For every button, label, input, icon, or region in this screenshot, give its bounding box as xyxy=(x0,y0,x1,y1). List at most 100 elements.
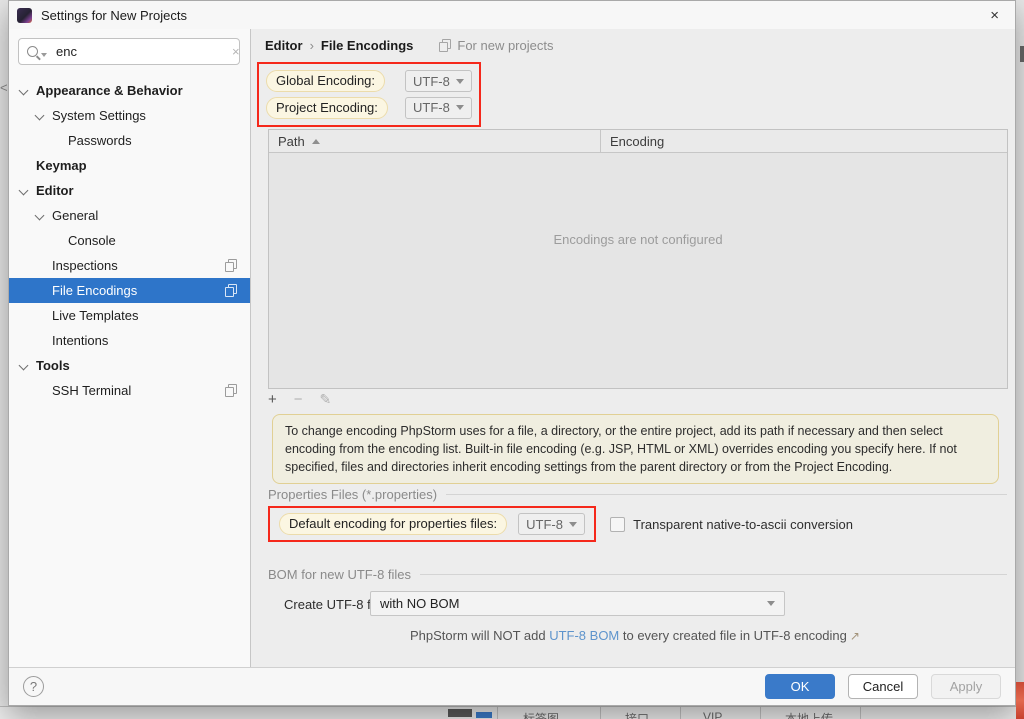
sidebar-item-file-encodings[interactable]: File Encodings xyxy=(9,278,250,303)
default-properties-encoding-select[interactable]: UTF-8 xyxy=(518,513,586,535)
encodings-table: Path Encoding Encodings are not configur… xyxy=(268,129,1008,389)
taskbar-separator xyxy=(680,707,681,719)
taskbar-label: VIP xyxy=(703,710,723,719)
sidebar-item-system-settings[interactable]: System Settings xyxy=(9,103,250,128)
sidebar-item-label: File Encodings xyxy=(52,283,138,298)
chevron-down-icon[interactable] xyxy=(18,360,29,371)
project-encoding-select[interactable]: UTF-8 xyxy=(405,96,472,119)
project-encoding-value: UTF-8 xyxy=(413,100,450,116)
utf8-bom-link[interactable]: UTF-8 BOM xyxy=(549,628,619,643)
copy-icon xyxy=(225,284,237,297)
table-header: Path Encoding xyxy=(269,130,1007,153)
sidebar-item-label: System Settings xyxy=(52,108,146,123)
column-header-encoding[interactable]: Encoding xyxy=(601,130,1007,152)
global-encoding-row: Global Encoding: UTF-8 xyxy=(266,70,472,93)
dialog-title: Settings for New Projects xyxy=(41,7,187,23)
transparent-conversion-checkbox[interactable] xyxy=(610,516,626,532)
sidebar-item-passwords[interactable]: Passwords xyxy=(9,128,250,153)
sidebar-item-label: Passwords xyxy=(68,133,132,148)
sidebar-item-editor[interactable]: Editor xyxy=(9,178,250,203)
edit-pencil-icon[interactable]: ✎ xyxy=(320,391,332,408)
sidebar-item-console[interactable]: Console xyxy=(9,228,250,253)
help-button[interactable]: ? xyxy=(23,676,44,697)
project-encoding-row: Project Encoding: UTF-8 xyxy=(266,96,472,119)
sidebar-item-label: Intentions xyxy=(52,333,109,348)
sidebar-item-label: SSH Terminal xyxy=(52,383,132,398)
table-empty-text: Encodings are not configured xyxy=(553,232,723,247)
background-red-strip xyxy=(1016,682,1024,719)
breadcrumb-editor[interactable]: Editor xyxy=(265,38,303,53)
taskbar-separator xyxy=(600,707,601,719)
sort-ascending-icon xyxy=(311,138,320,144)
breadcrumb-separator: › xyxy=(309,38,314,53)
bom-note-prefix: PhpStorm will NOT add xyxy=(410,628,550,643)
taskbar-separator xyxy=(860,707,861,719)
sidebar-item-ssh-terminal[interactable]: SSH Terminal xyxy=(9,378,250,403)
encoding-header-label: Encoding xyxy=(610,133,665,149)
ok-button[interactable]: OK xyxy=(765,674,835,699)
sidebar-item-intentions[interactable]: Intentions xyxy=(9,328,250,353)
chevron-down-icon[interactable] xyxy=(34,110,45,121)
settings-dialog: Settings for New Projects × × Appearance… xyxy=(8,0,1016,706)
sidebar-item-label: Appearance & Behavior xyxy=(36,83,183,98)
background-chevron-left-icon: < xyxy=(0,80,8,95)
properties-row: Default encoding for properties files: U… xyxy=(268,506,853,542)
sidebar-item-label: Inspections xyxy=(52,258,118,273)
search-options-caret-icon[interactable] xyxy=(41,52,47,57)
apply-button[interactable]: Apply xyxy=(931,674,1001,699)
breadcrumb-file-encodings: File Encodings xyxy=(320,38,414,53)
sidebar-item-label: Keymap xyxy=(36,158,87,173)
sidebar-item-label: Live Templates xyxy=(52,308,139,323)
background-taskbar: 标签图 接口 VIP 本地上传 xyxy=(0,706,1024,719)
taskbar-label: 标签图 xyxy=(523,712,560,719)
path-header-label: Path xyxy=(278,133,305,149)
encoding-info-box: To change encoding PhpStorm uses for a f… xyxy=(272,414,999,485)
clear-search-icon[interactable]: × xyxy=(232,44,240,59)
sidebar-item-inspections[interactable]: Inspections xyxy=(9,253,250,278)
sidebar-item-label: Console xyxy=(68,233,116,248)
breadcrumb: Editor › File Encodings For new projects xyxy=(265,38,553,53)
global-encoding-value: UTF-8 xyxy=(413,73,450,89)
chevron-down-icon xyxy=(456,78,464,84)
chevron-down-icon[interactable] xyxy=(18,185,29,196)
search-icon xyxy=(27,46,38,57)
global-encoding-label: Global Encoding: xyxy=(266,70,386,93)
sidebar-item-general[interactable]: General xyxy=(9,203,250,228)
properties-highlight-box: Default encoding for properties files: U… xyxy=(268,506,597,542)
sidebar-item-label: General xyxy=(52,208,99,223)
properties-section-label: Properties Files (*.properties) xyxy=(268,487,438,502)
bom-section-title: BOM for new UTF-8 files xyxy=(268,567,1007,582)
sidebar-item-tools[interactable]: Tools xyxy=(9,353,250,378)
taskbar-label: 接口 xyxy=(625,712,650,719)
column-header-path[interactable]: Path xyxy=(269,130,601,152)
create-utf8-files-value: with NO BOM xyxy=(380,596,460,611)
settings-content: Editor › File Encodings For new projects… xyxy=(251,29,1015,667)
taskbar-separator xyxy=(497,707,498,719)
sidebar-item-label: Tools xyxy=(36,358,70,373)
project-encoding-label: Project Encoding: xyxy=(266,96,388,119)
taskbar-dark-fragment xyxy=(448,709,472,717)
sidebar-item-appearance-behavior[interactable]: Appearance & Behavior xyxy=(9,78,250,103)
settings-search-box[interactable]: × xyxy=(18,38,240,65)
sidebar-item-live-templates[interactable]: Live Templates xyxy=(9,303,250,328)
create-utf8-files-select[interactable]: with NO BOM xyxy=(370,591,785,616)
default-properties-encoding-value: UTF-8 xyxy=(526,516,563,532)
chevron-down-icon[interactable] xyxy=(18,85,29,96)
copy-icon xyxy=(225,384,237,397)
global-encoding-select[interactable]: UTF-8 xyxy=(405,70,472,93)
remove-icon[interactable]: − xyxy=(294,391,303,408)
phpstorm-app-icon xyxy=(17,7,32,23)
chevron-down-icon xyxy=(569,521,578,527)
bom-section-label: BOM for new UTF-8 files xyxy=(268,567,412,582)
sidebar-item-keymap[interactable]: Keymap xyxy=(9,153,250,178)
chevron-down-icon xyxy=(767,601,775,606)
transparent-conversion-row: Transparent native-to-ascii conversion xyxy=(610,516,853,532)
chevron-down-icon xyxy=(456,105,464,111)
default-properties-encoding-label: Default encoding for properties files: xyxy=(279,513,508,535)
close-icon[interactable]: × xyxy=(986,6,1003,25)
cancel-button[interactable]: Cancel xyxy=(848,674,918,699)
add-icon[interactable]: + xyxy=(268,391,277,408)
taskbar-label: 本地上传 xyxy=(785,712,834,719)
chevron-down-icon[interactable] xyxy=(34,210,45,221)
search-input[interactable] xyxy=(56,44,232,59)
